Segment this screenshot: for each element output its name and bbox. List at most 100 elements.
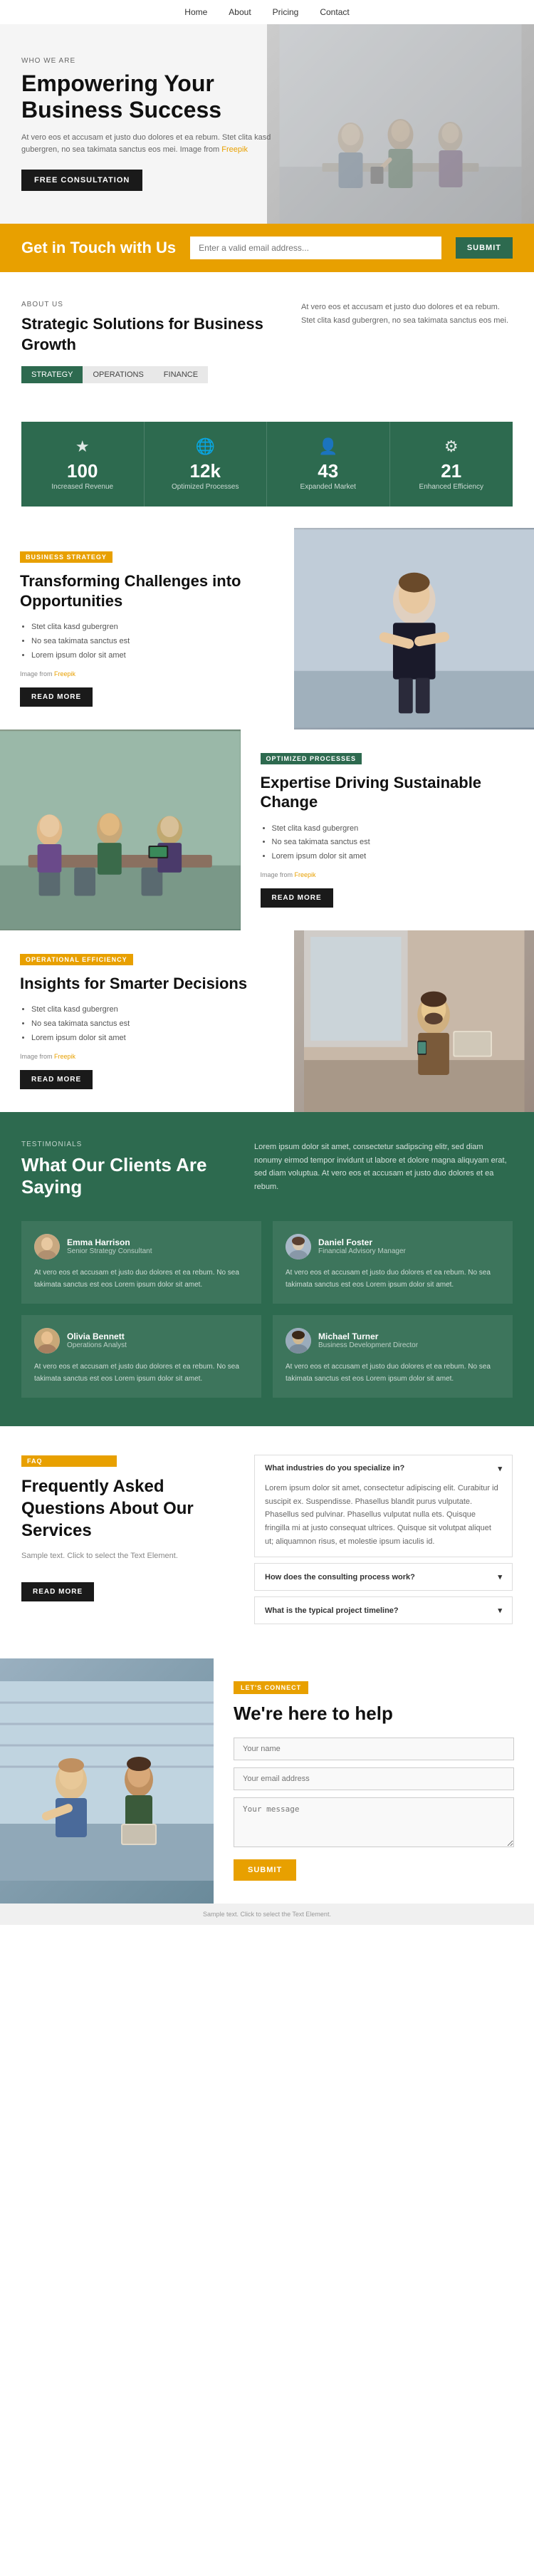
hero-cta-button[interactable]: FREE CONSULTATION [21,170,142,191]
name-field-wrapper [234,1738,514,1760]
feature-bullet-1-2: Lorem ipsum dolor sit amet [31,649,274,663]
contact-submit-button[interactable]: SUBMIT [234,1859,296,1881]
hero-tag: WHO WE ARE [21,57,273,65]
feature-image-2 [0,729,241,930]
feature-image-1 [294,528,534,729]
globe-icon: 🌐 [155,437,257,456]
about-left: ABOUT US Strategic Solutions for Busines… [21,301,280,393]
footer: Sample text. Click to select the Text El… [0,1904,534,1925]
feature-image-3 [294,930,534,1112]
feature-bullets-1: Stet clita kasd gubergren No sea takimat… [20,620,274,663]
nav-pricing[interactable]: Pricing [273,7,299,17]
author-role-2: Operations Analyst [67,1341,127,1349]
nav-contact[interactable]: Contact [320,7,349,17]
testimonials-left: TESTIMONIALS What Our Clients Are Saying [21,1141,233,1204]
feature-bullet-2-0: Stet clita kasd gubergren [272,822,515,836]
faq-section: FAQ Frequently Asked Questions About Our… [0,1426,534,1658]
faq-heading: Frequently Asked Questions About Our Ser… [21,1475,233,1542]
feature-bullets-3: Stet clita kasd gubergren No sea takimat… [20,1003,274,1045]
testimonial-card-0: Emma Harrison Senior Strategy Consultant… [21,1221,261,1304]
testimonial-author-3: Michael Turner Business Development Dire… [286,1328,500,1354]
testimonials-heading: What Our Clients Are Saying [21,1154,233,1198]
feature-cta-3[interactable]: READ MORE [20,1070,93,1089]
about-body: At vero eos et accusam et justo duo dolo… [301,301,513,327]
testimonial-quote-0: At vero eos et accusam et justo duo dolo… [34,1267,248,1291]
footer-text: Sample text. Click to select the Text El… [7,1911,527,1918]
testimonial-author-0: Emma Harrison Senior Strategy Consultant [34,1234,248,1260]
stat-revenue: ★ 100 Increased Revenue [21,422,145,507]
avatar-0 [34,1234,60,1260]
about-right: At vero eos et accusam et justo duo dolo… [301,301,513,393]
stats-grid: ★ 100 Increased Revenue 🌐 12k Optimized … [21,422,513,507]
contact-heading: We're here to help [234,1703,514,1725]
testimonials-tag: TESTIMONIALS [21,1141,233,1148]
stat-revenue-number: 100 [31,462,134,480]
stat-processes-number: 12k [155,462,257,480]
feature-tag-1: BUSINESS STRATEGY [20,551,112,563]
feature-tag-3: OPERATIONAL EFFICIENCY [20,954,133,965]
faq-item-header-1[interactable]: How does the consulting process work? ▾ [255,1564,512,1590]
message-textarea[interactable] [234,1797,514,1847]
stat-market: 👤 43 Expanded Market [267,422,390,507]
faq-item-header-2[interactable]: What is the typical project timeline? ▾ [255,1597,512,1624]
faq-item-0: What industries do you specialize in? ▾ … [254,1455,513,1557]
contact-image [0,1658,214,1904]
stat-processes: 🌐 12k Optimized Processes [145,422,268,507]
tab-finance[interactable]: FINANCE [154,366,208,383]
feature-bullet-2-1: No sea takimata sanctus est [272,836,515,850]
author-name-3: Michael Turner [318,1331,418,1341]
contact-email-input[interactable] [234,1767,514,1790]
email-banner: Get in Touch with Us SUBMIT [0,224,534,272]
name-input[interactable] [234,1738,514,1760]
faq-cta-button[interactable]: READ MORE [21,1582,94,1601]
author-name-0: Emma Harrison [67,1237,152,1247]
hero-content: WHO WE ARE Empowering Your Business Succ… [0,28,294,219]
hero-credit: Freepik [221,145,248,154]
testimonial-quote-3: At vero eos et accusam et justo duo dolo… [286,1361,500,1385]
faq-question-1: How does the consulting process work? [265,1573,415,1582]
avatar-2 [34,1328,60,1354]
testimonial-grid: Emma Harrison Senior Strategy Consultant… [21,1221,513,1398]
feature-tag-2: OPTIMIZED PROCESSES [261,753,362,764]
author-info-3: Michael Turner Business Development Dire… [318,1331,418,1349]
feature-content-2: OPTIMIZED PROCESSES Expertise Driving Su… [241,729,534,930]
contact-tag: LET'S CONNECT [234,1681,308,1694]
author-info-1: Daniel Foster Financial Advisory Manager [318,1237,406,1255]
chevron-down-icon-1: ▾ [498,1572,502,1582]
hero-heading: Empowering Your Business Success [21,71,273,123]
nav-about[interactable]: About [229,7,251,17]
feature-cta-1[interactable]: READ MORE [20,687,93,707]
about-section: ABOUT US Strategic Solutions for Busines… [0,272,534,422]
feature-content-1: BUSINESS STRATEGY Transforming Challenge… [0,528,294,729]
tab-operations[interactable]: OPERATIONS [83,366,153,383]
testimonial-card-1: Daniel Foster Financial Advisory Manager… [273,1221,513,1304]
feature-bullet-3-1: No sea takimata sanctus est [31,1017,274,1032]
testimonial-quote-1: At vero eos et accusam et justo duo dolo… [286,1267,500,1291]
feature-credit-3: Image from Freepik [20,1053,274,1060]
feature-bullets-2: Stet clita kasd gubergren No sea takimat… [261,822,515,864]
author-name-1: Daniel Foster [318,1237,406,1247]
faq-item-2: What is the typical project timeline? ▾ … [254,1596,513,1624]
email-input[interactable] [190,237,441,259]
author-info-0: Emma Harrison Senior Strategy Consultant [67,1237,152,1255]
feature-bullet-2-2: Lorem ipsum dolor sit amet [272,850,515,864]
feature-cta-2[interactable]: READ MORE [261,888,333,908]
about-tag: ABOUT US [21,301,280,308]
avatar-3 [286,1328,311,1354]
author-role-1: Financial Advisory Manager [318,1247,406,1255]
banner-submit-button[interactable]: SUBMIT [456,237,513,259]
feature-block-1: BUSINESS STRATEGY Transforming Challenge… [0,528,534,729]
faq-item-header-0[interactable]: What industries do you specialize in? ▾ [255,1455,512,1482]
gear-icon: ⚙ [400,437,503,456]
chevron-down-icon-0: ▾ [498,1464,502,1473]
author-role-3: Business Development Director [318,1341,418,1349]
testimonial-quote-2: At vero eos et accusam et justo duo dolo… [34,1361,248,1385]
about-heading: Strategic Solutions for Business Growth [21,314,280,355]
faq-right: What industries do you specialize in? ▾ … [254,1455,513,1630]
faq-tag: FAQ [21,1455,117,1467]
faq-question-0: What industries do you specialize in? [265,1464,404,1473]
tab-strategy[interactable]: STRATEGY [21,366,83,383]
hero-body: At vero eos et accusam et justo duo dolo… [21,132,273,157]
nav-home[interactable]: Home [184,7,207,17]
stat-efficiency-number: 21 [400,462,503,480]
